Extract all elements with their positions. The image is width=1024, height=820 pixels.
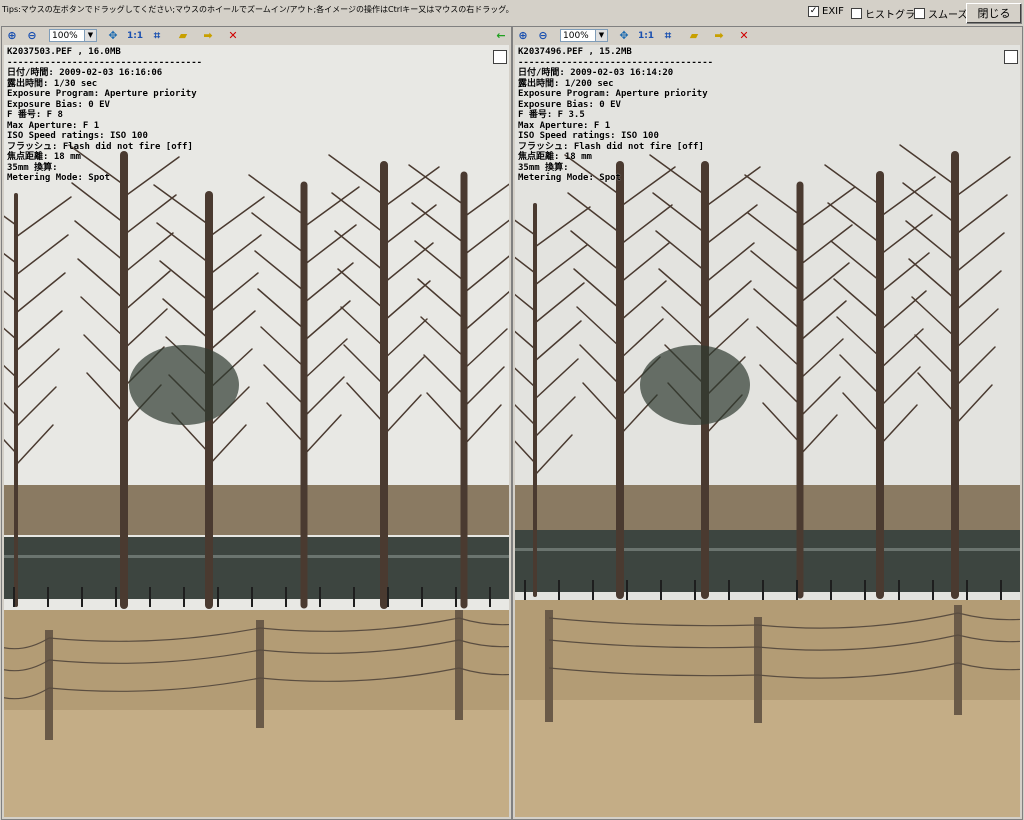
folder-icon[interactable]: ▰ [687, 29, 701, 43]
far-lawn [4, 485, 509, 535]
exif-line: F 番号: F 3.5 [518, 110, 585, 120]
left-toolbar: ⊕ ⊖ 100% ▼ ✥ 1:1 ⌗ ▰ ➡ ✕ ← [2, 27, 511, 45]
smooth-check-icon [914, 8, 925, 19]
zoom-value: 100% [563, 31, 589, 41]
fence-post [256, 620, 264, 728]
exif-line: F 番号: F 8 [7, 110, 63, 120]
close-window-button[interactable]: 閉じる [966, 3, 1022, 24]
exif-check-icon: ✓ [808, 6, 819, 17]
smooth-checkbox[interactable]: スムーズ [914, 6, 968, 21]
right-image-view[interactable]: K2037496.PEF , 15.2MB -------------------… [515, 45, 1020, 817]
crop-icon[interactable]: ⌗ [150, 29, 164, 43]
leaf-litter [515, 600, 1020, 700]
actual-size-button[interactable]: 1:1 [637, 29, 655, 43]
separator: ------------------------------------ [7, 57, 203, 68]
fit-icon[interactable]: ✥ [617, 29, 631, 43]
top-bar: Tips:マウスの左ボタンでドラッグしてください;マウスのホイールでズームイン/… [0, 0, 1024, 24]
right-exif-overlay: K2037496.PEF , 15.2MB -------------------… [518, 47, 713, 184]
histogram-label: ヒストグラ [865, 10, 915, 21]
exif-line: ISO Speed ratings: ISO 100 [518, 131, 659, 141]
exif-line: Max Aperture: F 1 [7, 120, 100, 131]
exif-checkbox[interactable]: ✓ EXIF [808, 6, 844, 17]
exif-line: Exposure Bias: 0 EV [518, 99, 621, 110]
tips-text: Tips:マウスの左ボタンでドラッグしてください;マウスのホイールでズームイン/… [2, 5, 514, 14]
crop-icon[interactable]: ⌗ [661, 29, 675, 43]
far-lawn [515, 485, 1020, 535]
zoom-out-icon[interactable]: ⊖ [25, 29, 39, 43]
pond-reflection [4, 555, 509, 558]
chevron-down-icon: ▼ [595, 30, 607, 41]
fence-post [455, 610, 463, 720]
zoom-out-icon[interactable]: ⊖ [536, 29, 550, 43]
exif-line: Exposure Program: Aperture priority [7, 89, 197, 99]
fit-icon[interactable]: ✥ [106, 29, 120, 43]
actual-size-button[interactable]: 1:1 [126, 29, 144, 43]
exif-line: Exposure Program: Aperture priority [518, 89, 708, 99]
zoom-in-icon[interactable]: ⊕ [5, 29, 19, 43]
folder-icon[interactable]: ▰ [176, 29, 190, 43]
right-toolbar: ⊕ ⊖ 100% ▼ ✥ 1:1 ⌗ ▰ ➡ ✕ [513, 27, 1022, 45]
exif-line: 35mm 換算: [7, 162, 58, 173]
back-arrow-icon[interactable]: ← [494, 29, 508, 43]
exif-line: Exposure Bias: 0 EV [7, 99, 110, 110]
exif-line: ISO Speed ratings: ISO 100 [7, 131, 148, 141]
exif-line: 焦点距離: 18 mm [518, 152, 592, 162]
left-exif-overlay: K2037503.PEF , 16.0MB -------------------… [7, 47, 202, 184]
zoom-in-icon[interactable]: ⊕ [516, 29, 530, 43]
exif-line: 露出時間: 1/30 sec [7, 78, 98, 89]
file-info: K2037496.PEF , 15.2MB [518, 47, 632, 57]
close-icon[interactable]: ✕ [737, 29, 751, 43]
exif-line: Metering Mode: Spot [7, 173, 110, 183]
exif-line: フラッシュ: Flash did not fire [off] [7, 141, 193, 152]
right-image-pane: ⊕ ⊖ 100% ▼ ✥ 1:1 ⌗ ▰ ➡ ✕ K2037496.PEF , … [512, 26, 1023, 820]
histogram-checkbox[interactable]: ヒストグラ [851, 6, 915, 21]
next-arrow-icon[interactable]: ➡ [712, 29, 726, 43]
chevron-down-icon: ▼ [84, 30, 96, 41]
pond [4, 537, 509, 599]
exif-line: Max Aperture: F 1 [518, 120, 611, 131]
exif-line: 露出時間: 1/200 sec [518, 78, 614, 89]
zoom-select[interactable]: 100% ▼ [560, 29, 608, 42]
left-image-view[interactable]: K2037503.PEF , 16.0MB -------------------… [4, 45, 509, 817]
zoom-select[interactable]: 100% ▼ [49, 29, 97, 42]
fence-post [754, 617, 762, 723]
file-info: K2037503.PEF , 16.0MB [7, 47, 121, 57]
exif-line: 日付/時間: 2009-02-03 16:14:20 [518, 68, 674, 78]
next-arrow-icon[interactable]: ➡ [201, 29, 215, 43]
pond-reflection [515, 548, 1020, 551]
close-icon[interactable]: ✕ [226, 29, 240, 43]
evergreen [640, 345, 750, 425]
separator: ------------------------------------ [518, 57, 714, 68]
exif-line: 日付/時間: 2009-02-03 16:16:06 [7, 68, 163, 78]
evergreen [129, 345, 239, 425]
histogram-check-icon [851, 8, 862, 19]
left-image-pane: ⊕ ⊖ 100% ▼ ✥ 1:1 ⌗ ▰ ➡ ✕ ← K2037503.PEF … [1, 26, 512, 820]
exif-line: フラッシュ: Flash did not fire [off] [518, 141, 704, 152]
fence-post [45, 630, 53, 740]
left-select-box[interactable] [493, 50, 507, 64]
pond [515, 530, 1020, 592]
right-select-box[interactable] [1004, 50, 1018, 64]
fence-post [545, 610, 553, 722]
exif-label: EXIF [822, 6, 844, 17]
fence-post [954, 605, 962, 715]
exif-line: 35mm 換算: [518, 162, 569, 173]
zoom-value: 100% [52, 31, 78, 41]
smooth-label: スムーズ [928, 10, 968, 21]
exif-line: 焦点距離: 18 mm [7, 152, 81, 162]
exif-line: Metering Mode: Spot [518, 173, 621, 183]
